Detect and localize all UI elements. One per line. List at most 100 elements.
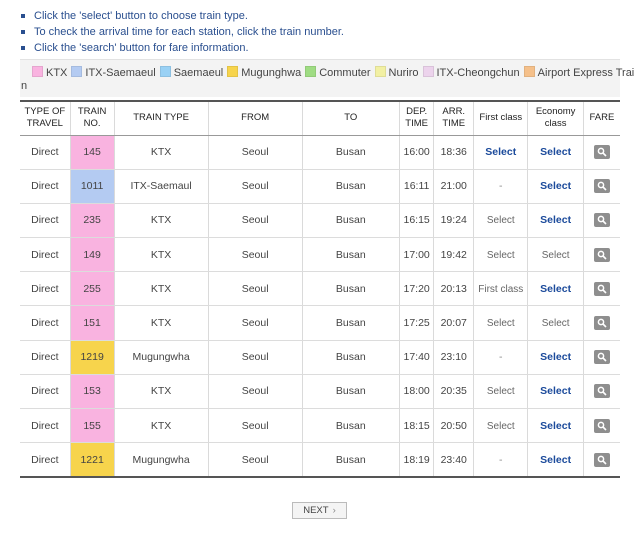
train-number-link[interactable]: 149: [69, 237, 115, 273]
legend-label: Commuter: [319, 67, 371, 79]
search-icon: [597, 352, 607, 362]
cell-type-of-travel: Direct: [20, 408, 71, 444]
cell-type-of-travel: Direct: [20, 237, 71, 273]
instructions-list: Click the 'select' button to choose trai…: [20, 8, 344, 56]
legend-item: Commuter: [305, 66, 371, 79]
cell-dep-time: 17:20: [398, 271, 434, 307]
cell-economy-class: Select: [527, 374, 584, 410]
header-arr-time: ARR. TIME: [433, 100, 474, 136]
legend-label: ITX-Cheongchun: [436, 67, 520, 79]
instruction-item: To check the arrival time for each stati…: [20, 24, 344, 40]
legend-item: Mugunghwa: [227, 66, 301, 79]
cell-from: Seoul: [207, 442, 303, 478]
train-number-link[interactable]: 1011: [69, 169, 115, 204]
cell-from: Seoul: [207, 135, 303, 170]
cell-train-type: ITX-Saemaul: [113, 169, 209, 204]
fare-search-button[interactable]: [593, 247, 610, 262]
fare-search-button[interactable]: [593, 145, 610, 160]
header-to: TO: [301, 100, 400, 136]
train-number-link[interactable]: 145: [69, 135, 115, 170]
first-class-select-button[interactable]: Select: [485, 146, 516, 158]
cell-arr-time: 20:07: [433, 305, 474, 341]
chevron-right-icon: ›: [332, 505, 336, 516]
header-from: FROM: [207, 100, 303, 136]
legend-swatch: [159, 66, 171, 77]
legend-item: Airport Express Trai: [523, 66, 634, 79]
fare-search-button[interactable]: [593, 179, 610, 194]
economy-select-button[interactable]: Select: [540, 146, 571, 158]
train-number-link[interactable]: 155: [69, 408, 115, 444]
fare-search-button[interactable]: [593, 384, 610, 399]
cell-type-of-travel: Direct: [20, 203, 71, 239]
train-number-link[interactable]: 1221: [69, 442, 115, 478]
cell-to: Busan: [301, 169, 400, 204]
table-row: Direct 145 KTX Seoul Busan 16:00 18:36 Select Se…: [20, 135, 620, 170]
cell-train-type: KTX: [113, 271, 209, 307]
legend-item: ITX-Saemaeul: [71, 66, 156, 79]
next-page-button[interactable]: NEXT ›: [292, 502, 347, 519]
legend-label: Nuriro: [388, 67, 419, 79]
header-economy-class: Economy class: [527, 100, 584, 136]
train-number-link[interactable]: 235: [69, 203, 115, 239]
first-class-select-disabled: First class: [478, 283, 524, 295]
cell-fare: [582, 203, 620, 239]
first-class-unavailable: -: [499, 351, 503, 364]
train-number-link[interactable]: 151: [69, 305, 115, 341]
cell-fare: [582, 408, 620, 444]
header-fare: FARE: [582, 100, 620, 136]
cell-first-class: Select: [473, 305, 528, 341]
fare-search-button[interactable]: [593, 281, 610, 296]
first-class-select-disabled: Select: [486, 420, 515, 432]
fare-search-button[interactable]: [593, 350, 610, 365]
train-type-legend: KTX ITX-Saemaeul Saemaeul Mugunghwa Commuter…: [20, 59, 634, 97]
cell-first-class: Select: [473, 408, 528, 444]
first-class-select-disabled: Select: [486, 386, 515, 398]
cell-fare: [582, 305, 620, 341]
legend-label: Mugunghwa: [241, 67, 302, 79]
fare-search-button[interactable]: [593, 316, 610, 331]
header-first-class: First class: [473, 100, 528, 136]
fare-search-button[interactable]: [593, 418, 610, 433]
fare-search-button[interactable]: [593, 213, 610, 228]
cell-dep-time: 18:19: [398, 442, 434, 478]
cell-dep-time: 17:25: [398, 305, 434, 341]
train-number-link[interactable]: 255: [69, 271, 115, 307]
cell-type-of-travel: Direct: [20, 374, 71, 410]
economy-select-button[interactable]: Select: [540, 385, 571, 397]
cell-train-type: Mugungwha: [113, 340, 209, 375]
cell-type-of-travel: Direct: [20, 135, 71, 170]
economy-select-button[interactable]: Select: [540, 283, 571, 295]
cell-first-class: -: [473, 340, 528, 375]
cell-from: Seoul: [207, 374, 303, 410]
train-number-link[interactable]: 1219: [69, 340, 115, 375]
cell-from: Seoul: [207, 408, 303, 444]
search-icon: [597, 421, 607, 431]
cell-dep-time: 16:15: [398, 203, 434, 239]
economy-select-button[interactable]: Select: [540, 214, 571, 226]
cell-economy-class: Select: [527, 203, 584, 239]
first-class-unavailable: -: [499, 180, 503, 193]
cell-arr-time: 18:36: [433, 135, 474, 170]
cell-dep-time: 17:40: [398, 340, 434, 375]
cell-train-type: KTX: [113, 408, 209, 444]
economy-select-button[interactable]: Select: [540, 351, 571, 363]
economy-select-button[interactable]: Select: [540, 420, 571, 432]
fare-search-button[interactable]: [593, 452, 610, 467]
economy-select-button[interactable]: Select: [540, 454, 571, 466]
legend-swatch: [227, 66, 239, 77]
cell-economy-class: Select: [527, 237, 584, 273]
cell-arr-time: 20:50: [433, 408, 474, 444]
economy-select-button[interactable]: Select: [540, 180, 571, 192]
cell-first-class: Select: [473, 135, 528, 170]
cell-from: Seoul: [207, 203, 303, 239]
cell-to: Busan: [301, 271, 400, 307]
cell-first-class: Select: [473, 203, 528, 239]
cell-first-class: Select: [473, 374, 528, 410]
cell-train-type: KTX: [113, 305, 209, 341]
table-row: Direct 255 KTX Seoul Busan 17:20 20:13 First cl…: [20, 271, 620, 307]
economy-select-disabled: Select: [541, 318, 570, 330]
train-number-link[interactable]: 153: [69, 374, 115, 410]
cell-type-of-travel: Direct: [20, 305, 71, 341]
cell-to: Busan: [301, 305, 400, 341]
cell-fare: [582, 237, 620, 273]
